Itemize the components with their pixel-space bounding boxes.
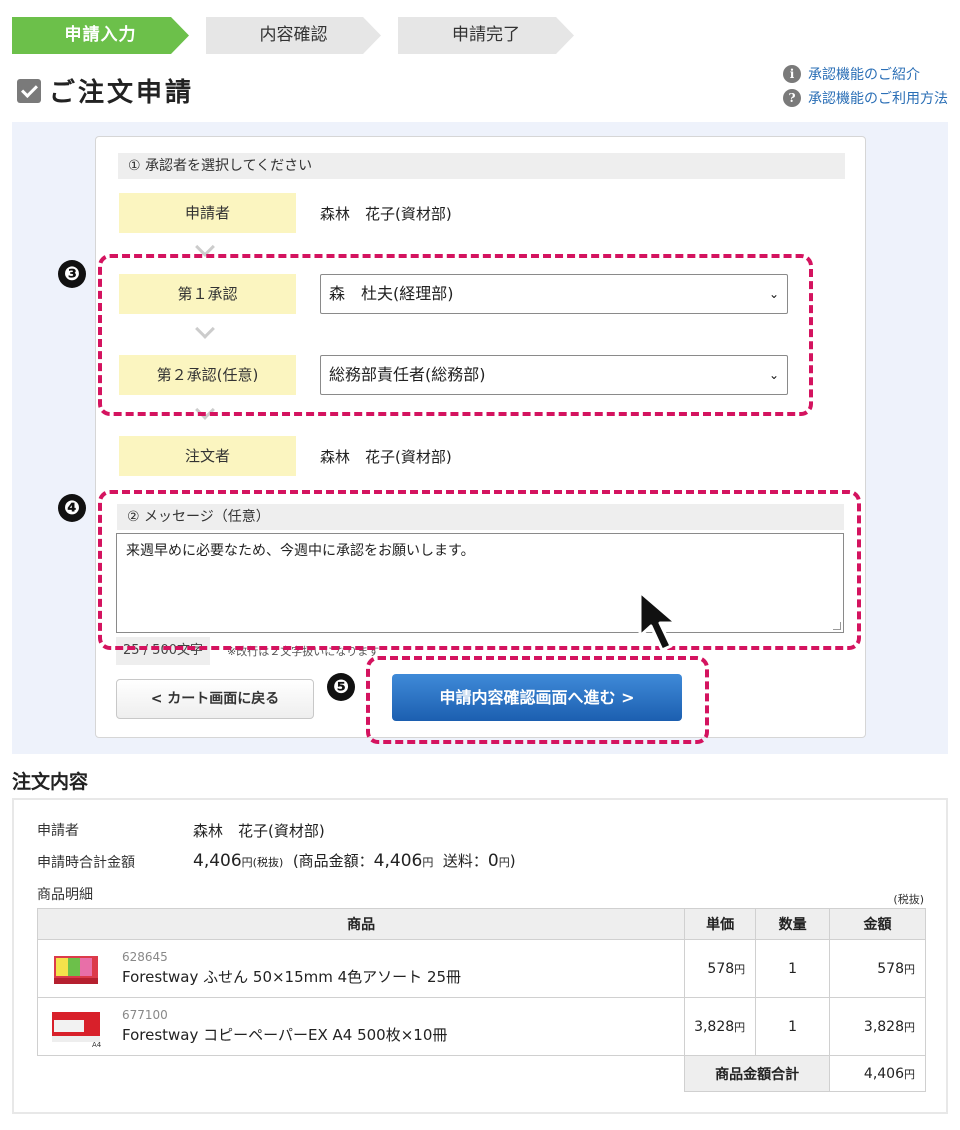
total-line: 4,406円(税抜) (商品金額：4,406円 送料：0円) [193, 850, 516, 871]
yen-amount: 円 [904, 1020, 915, 1034]
approver-section-title: ① 承認者を選択してください [118, 153, 845, 179]
product-name: Forestway ふせん 50×15mm 4色アソート 25冊 [122, 968, 462, 986]
approval-howto-label: 承認機能のご利用方法 [808, 91, 948, 107]
amount: 578 [877, 960, 904, 977]
step-complete: 申請完了 [398, 17, 574, 54]
qty-cell: 1 [755, 997, 831, 1056]
total-yen: 円 [241, 856, 253, 869]
marker-3: ❸ [58, 260, 86, 288]
shipping-yen: 円 [498, 856, 510, 869]
step-input: 申請入力 [12, 17, 189, 54]
product-code: 677100 [122, 1008, 168, 1022]
col-unit-price: 単価 [684, 908, 757, 940]
info-icon: i [783, 65, 801, 83]
details-label: 商品明細 [37, 887, 93, 903]
order-title: 注文内容 [12, 771, 89, 793]
step-confirm: 内容確認 [206, 17, 381, 54]
annotation-box-3 [98, 254, 813, 416]
help-icon: ? [783, 89, 801, 107]
mouse-pointer-icon [638, 590, 678, 652]
col-product: 商品 [36, 908, 686, 940]
total-tax-ex: (税抜) [252, 856, 284, 869]
applicant-label: 申請者 [119, 193, 296, 233]
applicant-value: 森林 花子(資材部) [320, 205, 452, 223]
orderer-label: 注文者 [119, 436, 296, 476]
table-header-row: 商品 単価 数量 金額 [36, 908, 926, 940]
goods-yen: 円 [422, 856, 434, 869]
amount: 3,828 [863, 1018, 904, 1035]
order-applicant-value: 森林 花子(資材部) [193, 822, 325, 840]
sticky-notes-thumbnail [54, 956, 98, 984]
annotation-box-5 [366, 656, 709, 744]
product-cell: 628645 Forestway ふせん 50×15mm 4色アソート 25冊 [36, 939, 686, 998]
subtotal-value: 4,406 [863, 1065, 904, 1082]
page-title: ご注文申請 [49, 78, 195, 108]
empty-cell [38, 1056, 685, 1092]
approval-intro-link[interactable]: i 承認機能のご紹介 [783, 62, 948, 86]
page-title-block: ご注文申請 [17, 72, 194, 109]
amount-cell: 578円 [829, 939, 926, 998]
approval-intro-label: 承認機能のご紹介 [808, 67, 920, 83]
product-code: 628645 [122, 950, 168, 964]
col-amount: 金額 [829, 908, 926, 940]
help-links: i 承認機能のご紹介 ? 承認機能のご利用方法 [783, 62, 948, 110]
orderer-value: 森林 花子(資材部) [320, 448, 452, 466]
shipping-value: 0 [487, 851, 499, 871]
copy-paper-thumbnail: A4 [52, 1012, 102, 1048]
unit-price-cell: 578円 [684, 939, 757, 998]
col-qty: 数量 [755, 908, 831, 940]
order-items-table: 商品 単価 数量 金額 628645 Forestway ふせん 50×15mm… [36, 908, 926, 1092]
table-row: 628645 Forestway ふせん 50×15mm 4色アソート 25冊 … [36, 939, 926, 998]
subtotal-label: 商品金額合計 [684, 1055, 831, 1092]
yen-unit: 円 [734, 1020, 746, 1034]
total-label: 申請時合計金額 [37, 855, 135, 871]
checkbox-icon [17, 78, 41, 103]
breakdown-goods: 4,406 [373, 851, 423, 871]
yen-subtotal: 円 [904, 1067, 915, 1081]
unit-price: 578 [707, 960, 735, 977]
unit-price-cell: 3,828円 [684, 997, 757, 1056]
product-name: Forestway コピーペーパーEX A4 500枚×10冊 [122, 1026, 448, 1044]
yen-amount: 円 [904, 962, 915, 976]
table-row: A4 677100 Forestway コピーペーパーEX A4 500枚×10… [36, 997, 926, 1056]
approval-howto-link[interactable]: ? 承認機能のご利用方法 [783, 86, 948, 110]
order-applicant-label: 申請者 [37, 823, 79, 839]
marker-5: ❺ [327, 673, 355, 701]
total-amount: 4,406 [193, 851, 242, 871]
shipping-label: 送料： [442, 852, 488, 870]
subtotal-cell: 4,406円 [829, 1055, 926, 1092]
order-summary: 申請者 森林 花子(資材部) 申請時合計金額 4,406円(税抜) (商品金額：… [12, 798, 948, 1114]
amount-cell: 3,828円 [829, 997, 926, 1056]
svg-text:A4: A4 [92, 1041, 102, 1048]
table-tax-note: (税抜) [893, 893, 924, 906]
marker-4: ❹ [58, 494, 86, 522]
unit-price: 3,828 [694, 1018, 735, 1035]
product-cell: A4 677100 Forestway コピーペーパーEX A4 500枚×10… [36, 997, 686, 1056]
breakdown-suffix: ) [509, 852, 516, 870]
breakdown-prefix: (商品金額： [292, 852, 374, 870]
back-to-cart-button[interactable]: < カート画面に戻る [116, 679, 314, 719]
subtotal-row: 商品金額合計 4,406円 [38, 1055, 926, 1092]
qty-cell: 1 [755, 939, 831, 998]
yen-unit: 円 [734, 962, 746, 976]
annotation-box-4 [98, 490, 861, 650]
